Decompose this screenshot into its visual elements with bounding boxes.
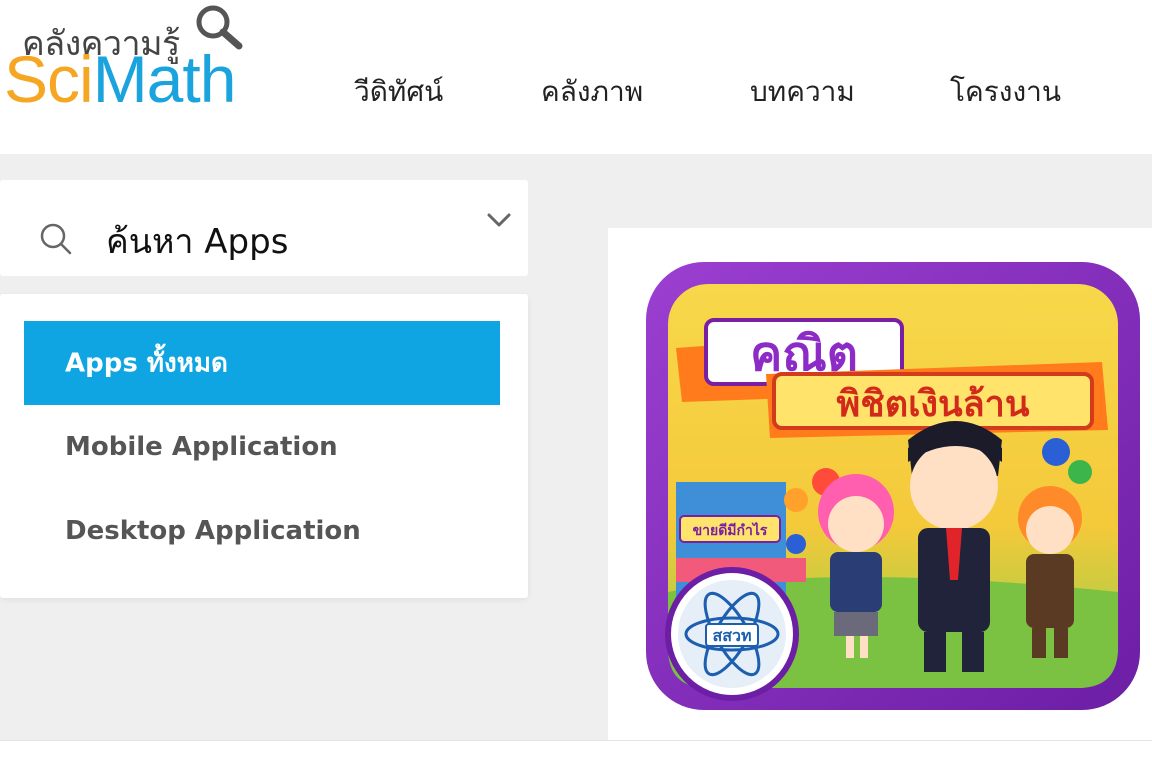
filter-label: Apps ทั้งหมด xyxy=(65,348,228,379)
filter-label: Desktop Application xyxy=(65,516,361,546)
nav-item-images[interactable]: คลังภาพ xyxy=(541,70,643,114)
shop-sign: ขายดีมีกำไร xyxy=(693,521,768,539)
main-content: ค้นหา Apps Apps ทั้งหมด Mobile Applicati… xyxy=(0,154,1152,740)
app-search-dropdown[interactable]: ค้นหา Apps xyxy=(0,180,528,276)
nav-item-projects[interactable]: โครงงาน xyxy=(950,70,1061,114)
app-filter-panel: Apps ทั้งหมด Mobile Application Desktop … xyxy=(0,294,528,598)
filter-all-apps[interactable]: Apps ทั้งหมด xyxy=(24,321,500,405)
nav-item-videos[interactable]: วีดิทัศน์ xyxy=(354,70,443,114)
site-header: คลังความรู้ SciMath วีดิทัศน์ คลังภาพ บท… xyxy=(0,0,1152,154)
app-title-line2: พิชิตเงินล้าน xyxy=(837,384,1030,425)
ipst-badge: สสวท xyxy=(712,626,751,645)
filter-label: Mobile Application xyxy=(65,432,338,462)
app-icon-image[interactable]: คณิต พิชิตเงินล้าน ขายดีมีกำไร สสวท xyxy=(646,262,1140,710)
nav-item-articles[interactable]: บทความ xyxy=(750,70,855,114)
main-nav: วีดิทัศน์ คลังภาพ บทความ โครงงาน xyxy=(0,70,1152,114)
search-label: ค้นหา Apps xyxy=(106,222,289,262)
filter-mobile-application[interactable]: Mobile Application xyxy=(24,405,500,489)
app-card[interactable]: คณิต พิชิตเงินล้าน ขายดีมีกำไร สสวท xyxy=(608,228,1152,740)
chevron-down-icon[interactable] xyxy=(486,210,512,230)
filter-desktop-application[interactable]: Desktop Application xyxy=(24,489,500,573)
footer-strip xyxy=(0,740,1152,768)
search-icon xyxy=(40,223,72,255)
